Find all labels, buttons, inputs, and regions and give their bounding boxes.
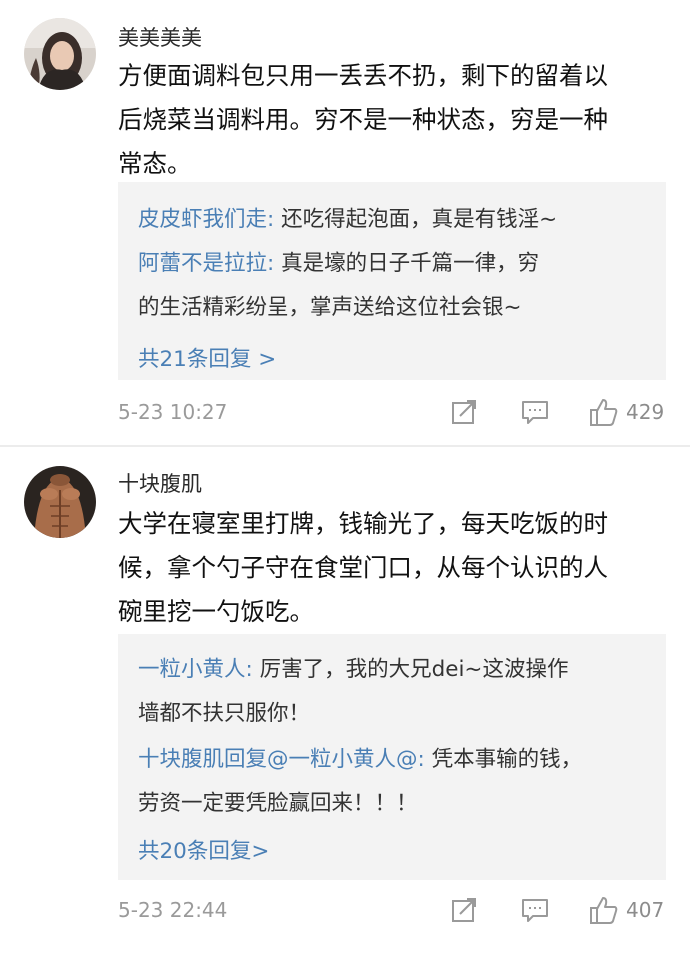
reply-text: 还吃得起泡面，真是有钱淫~ — [274, 207, 558, 232]
reply-text-continuation: 劳资一定要凭脸赢回来！！！ — [138, 791, 418, 816]
comment-card: 十块腹肌 大学在寝室里打牌，钱输光了，每天吃饭的时 候，拿个勺子守在食堂门口，从… — [0, 446, 690, 959]
share-icon[interactable] — [450, 896, 478, 924]
more-replies-link[interactable]: 共21条回复 > — [138, 342, 276, 373]
username[interactable]: 十块腹肌 — [118, 468, 202, 498]
comment-line: 候，拿个勺子守在食堂门口，从每个认识的人 — [118, 553, 608, 582]
reply-text-continuation: 的生活精彩纷呈，掌声送给这位社会银~ — [138, 295, 522, 320]
like-count: 429 — [626, 400, 665, 424]
timestamp: 5-23 22:44 — [118, 898, 228, 922]
comment-footer: 5-23 10:27 429 — [0, 394, 690, 434]
reply-username[interactable]: 阿蕾不是拉拉: — [138, 251, 274, 276]
comment-icon[interactable] — [520, 896, 550, 924]
reply-text-continuation: 墙都不扶只服你！ — [138, 701, 311, 726]
more-replies-link[interactable]: 共20条回复> — [138, 834, 269, 865]
reply-text: 厉害了，我的大兄dei~这波操作 — [252, 657, 569, 682]
like-count: 407 — [626, 898, 665, 922]
reply-item: 十块腹肌回复@一粒小黄人@: 凭本事输的钱， — [138, 738, 582, 782]
reply-username[interactable]: 皮皮虾我们走: — [138, 207, 274, 232]
reply-username[interactable]: 十块腹肌回复@一粒小黄人@: — [138, 747, 425, 772]
reply-box: 皮皮虾我们走: 还吃得起泡面，真是有钱淫~ 阿蕾不是拉拉: 真是壕的日子千篇一律… — [118, 182, 666, 380]
avatar[interactable] — [24, 18, 96, 90]
reply-text: 真是壕的日子千篇一律，穷 — [274, 251, 540, 276]
comment-line: 后烧菜当调料用。穷不是一种状态，穷是一种 — [118, 105, 608, 134]
reply-username[interactable]: 一粒小黄人: — [138, 657, 253, 682]
comment-text: 方便面调料包只用一丢丢不扔，剩下的留着以 后烧菜当调料用。穷不是一种状态，穷是一… — [118, 54, 668, 186]
reply-text: 凭本事输的钱， — [424, 747, 583, 772]
reply-item: 皮皮虾我们走: 还吃得起泡面，真是有钱淫~ — [138, 198, 557, 242]
thumbs-up-icon[interactable] — [588, 894, 620, 926]
reply-item: 阿蕾不是拉拉: 真是壕的日子千篇一律，穷 — [138, 242, 539, 286]
comment-card: 美美美美 方便面调料包只用一丢丢不扔，剩下的留着以 后烧菜当调料用。穷不是一种状… — [0, 0, 690, 446]
comment-text: 大学在寝室里打牌，钱输光了，每天吃饭的时 候，拿个勺子守在食堂门口，从每个认识的… — [118, 502, 668, 634]
comment-line: 常态。 — [118, 149, 192, 178]
username[interactable]: 美美美美 — [118, 22, 202, 52]
timestamp: 5-23 10:27 — [118, 400, 228, 424]
thumbs-up-icon[interactable] — [588, 396, 620, 428]
comment-icon[interactable] — [520, 398, 550, 426]
comment-line: 大学在寝室里打牌，钱输光了，每天吃饭的时 — [118, 509, 608, 538]
share-icon[interactable] — [450, 398, 478, 426]
comment-footer: 5-23 22:44 407 — [0, 892, 690, 932]
reply-box: 一粒小黄人: 厉害了，我的大兄dei~这波操作 墙都不扶只服你！ 十块腹肌回复@… — [118, 634, 666, 880]
comment-line: 碗里挖一勺饭吃。 — [118, 597, 314, 626]
avatar[interactable] — [24, 466, 96, 538]
reply-item: 一粒小黄人: 厉害了，我的大兄dei~这波操作 — [138, 648, 568, 692]
comment-line: 方便面调料包只用一丢丢不扔，剩下的留着以 — [118, 61, 608, 90]
